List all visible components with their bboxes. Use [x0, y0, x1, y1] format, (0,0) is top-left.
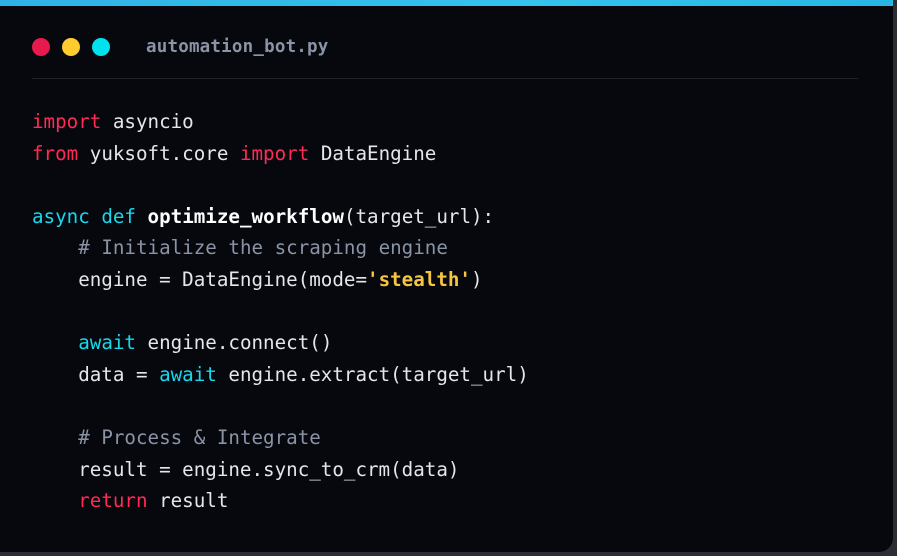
code-line: import asyncio	[32, 106, 529, 138]
code-token-plain: yuksoft.core	[78, 141, 240, 165]
code-line: engine = DataEngine(mode='stealth')	[32, 264, 529, 296]
code-line: # Process & Integrate	[32, 422, 529, 454]
code-token-plain: (target_url):	[343, 204, 495, 228]
code-line: return result	[32, 485, 529, 517]
code-token-comment: # Process & Integrate	[78, 425, 321, 449]
accent-bar	[0, 0, 893, 6]
code-token-plain: DataEngine	[309, 141, 437, 165]
minimize-dot-icon[interactable]	[62, 38, 80, 56]
code-token-fn: optimize_workflow	[147, 204, 344, 228]
code-token-string: 'stealth'	[367, 267, 471, 291]
code-window: automation_bot.py import asyncio from yuk…	[0, 0, 893, 552]
code-token-plain: engine.extract(target_url)	[216, 362, 529, 386]
code-token-plain: result	[147, 489, 229, 513]
code-token-plain: result = engine.sync_to_crm(data)	[32, 457, 460, 481]
code-token-async: await	[78, 331, 136, 355]
code-token-import: import	[239, 141, 310, 165]
header-divider	[32, 78, 858, 79]
code-token-plain: )	[470, 267, 483, 291]
code-line: from yuksoft.core import DataEngine	[32, 138, 529, 170]
code-token-plain: data =	[32, 362, 160, 386]
code-token-comment: # Initialize the scraping engine	[78, 236, 448, 260]
code-token-import: from	[32, 141, 79, 165]
code-token-async: await	[159, 362, 217, 386]
close-dot-icon[interactable]	[32, 38, 50, 56]
code-token-plain: engine.connect()	[135, 331, 333, 355]
code-line: async def optimize_workflow(target_url):	[32, 201, 529, 233]
code-token-import: import	[32, 110, 102, 133]
code-token-async: def	[101, 204, 136, 228]
file-name: automation_bot.py	[146, 37, 329, 57]
code-token-import: return	[78, 489, 148, 513]
code-line: data = await engine.extract(target_url)	[32, 359, 529, 391]
code-token-plain: engine = DataEngine(mode=	[32, 267, 368, 291]
code-line: # Initialize the scraping engine	[32, 232, 529, 264]
code-token-async: async	[32, 204, 90, 228]
code-token-plain: asyncio	[101, 110, 194, 133]
maximize-dot-icon[interactable]	[92, 38, 110, 56]
code-line: await engine.connect()	[32, 327, 529, 359]
code-block[interactable]: import asyncio from yuksoft.core import D…	[32, 106, 529, 517]
window-title-bar: automation_bot.py	[32, 36, 858, 58]
code-line: result = engine.sync_to_crm(data)	[32, 454, 529, 486]
